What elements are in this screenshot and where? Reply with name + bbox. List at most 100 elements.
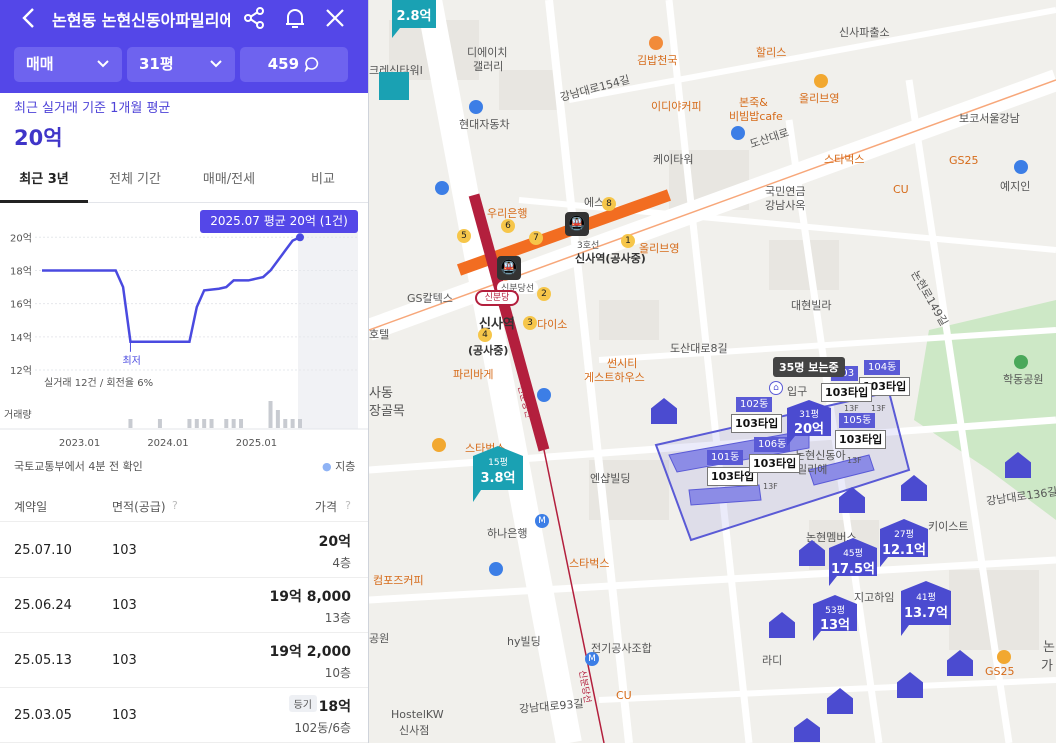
chevron-down-icon xyxy=(210,60,222,68)
map-label: 강남사옥 xyxy=(765,199,806,212)
y-tick-label: 16억 xyxy=(10,299,32,311)
volume-bar xyxy=(209,419,214,428)
row-area: 103 xyxy=(112,708,137,723)
map-label: 파리바게 xyxy=(453,368,494,381)
volume-bar xyxy=(202,419,207,428)
close-button[interactable] xyxy=(321,4,349,32)
size-select[interactable]: 31평 xyxy=(127,47,235,82)
comments-button[interactable]: 459 xyxy=(240,47,348,82)
marker-price: 13억 xyxy=(819,618,851,633)
volume-bar xyxy=(268,401,273,428)
back-button[interactable] xyxy=(14,5,44,31)
price-marker[interactable]: 53평 13억 xyxy=(813,595,857,641)
volume-bar xyxy=(275,410,280,428)
tab-recent-3y[interactable]: 최근 3년 xyxy=(0,163,88,203)
cafe-icon xyxy=(432,438,446,452)
period-tabs: 최근 3년 전체 기간 매매/전세 비교 xyxy=(0,163,368,203)
map-label: 입구 xyxy=(787,385,808,398)
price-marker[interactable]: 41평 13.7억 xyxy=(901,581,951,636)
map-label: CU xyxy=(893,183,909,196)
table-header: 계약일 면적(공급) ? 가격 ? xyxy=(0,490,368,522)
trade-type-select[interactable]: 매매 xyxy=(14,47,122,82)
price-marker[interactable]: 15평 3.8억 xyxy=(473,446,523,502)
tab-sale-jeonse[interactable]: 매매/전세 xyxy=(185,163,273,203)
map-label: 김밥천국 xyxy=(637,54,678,67)
table-row[interactable]: 25.05.13 103 19억 2,000 10층 xyxy=(0,633,368,688)
restaurant-icon xyxy=(649,36,663,50)
row-area: 103 xyxy=(112,653,137,668)
station-badge: 신분당 xyxy=(475,290,519,306)
price-marker[interactable]: 2.8억 xyxy=(392,0,436,38)
min-label: 최저 xyxy=(122,355,140,367)
price-marker-partial[interactable] xyxy=(379,72,409,100)
price-marker[interactable]: 45평 17.5억 xyxy=(829,538,877,586)
chart-caption: 실거래 12건 / 회전율 6% xyxy=(44,377,153,389)
bus-stop-icon[interactable] xyxy=(537,388,551,402)
map-label: 케이타워 xyxy=(653,153,694,166)
map-label: GS25 xyxy=(985,665,1015,678)
metro-m-icon[interactable]: M xyxy=(535,514,549,528)
map-view[interactable]: 신사파출소 크레신타워I 디에이치 갤러리 김밥천국 할리스 강남대로154길 … xyxy=(369,0,1056,743)
x-tick-label: 2023.01 xyxy=(59,438,100,449)
size-value: 31평 xyxy=(139,55,174,73)
map-label: 공원 xyxy=(369,632,390,645)
comment-icon xyxy=(304,57,319,73)
map-label: 갤러리 xyxy=(473,60,504,73)
help-icon[interactable]: ? xyxy=(172,499,178,512)
share-button[interactable] xyxy=(240,4,268,32)
map-label: 올리브영 xyxy=(639,242,680,255)
price-line xyxy=(42,236,301,344)
marker-price: 3.8억 xyxy=(480,471,516,486)
exit-number-icon: 1 xyxy=(621,234,635,248)
row-date: 25.06.24 xyxy=(14,598,72,613)
table-row[interactable]: 25.03.05 103 등기 18억 102동/6층 xyxy=(0,688,368,743)
x-tick-label: 2025.01 xyxy=(236,438,277,449)
tab-all-period[interactable]: 전체 기간 xyxy=(95,163,175,203)
volume-bar xyxy=(194,419,199,428)
row-area: 103 xyxy=(112,543,137,558)
dong-tag-head: 106동 xyxy=(754,437,791,452)
dong-tag-type[interactable]: 103타입 xyxy=(835,430,887,449)
park-icon xyxy=(1014,355,1028,369)
dong-tag-head: 101동 xyxy=(707,450,744,465)
alarm-button[interactable] xyxy=(281,4,309,32)
volume-bar xyxy=(157,419,162,428)
map-label: 보코서울강남 xyxy=(959,112,1020,125)
row-price: 19억 2,000 xyxy=(269,644,351,660)
volume-bar xyxy=(224,419,229,428)
floor-mark: 13F xyxy=(844,404,859,413)
exit-number-icon: 5 xyxy=(457,229,471,243)
x-tick-label: 2024.01 xyxy=(147,438,188,449)
row-date: 25.03.05 xyxy=(14,708,72,723)
hospital-icon xyxy=(1014,160,1028,174)
bus-stop-icon[interactable] xyxy=(731,126,745,140)
chevron-down-icon xyxy=(97,60,109,68)
map-label: 호텔 xyxy=(369,328,390,341)
map-label: 비빔밥cafe xyxy=(729,110,783,123)
price-marker[interactable]: 27평 12.1억 xyxy=(880,519,928,567)
dong-tag-type[interactable]: 103타입 xyxy=(731,414,783,433)
subway-icon[interactable]: 🚇 xyxy=(565,212,589,236)
dong-tag-type[interactable]: 103타입 xyxy=(749,454,801,473)
selected-apartment-marker[interactable]: 31평 20억 xyxy=(787,400,831,446)
apartment-title: 논현동 논현신동아파밀리에 xyxy=(52,11,230,29)
bus-stop-icon[interactable] xyxy=(435,181,449,195)
map-label: 게스트하우스 xyxy=(584,371,645,384)
bus-stop-icon[interactable] xyxy=(469,100,483,114)
map-label: 엔샵빌딩 xyxy=(590,472,631,485)
map-label: 신사파출소 xyxy=(839,26,890,39)
table-row[interactable]: 25.07.10 103 20억 4층 xyxy=(0,523,368,578)
subway-icon[interactable]: 🚇 xyxy=(497,256,521,280)
y-tick-label: 12억 xyxy=(10,365,32,377)
row-floor: 102동/6층 xyxy=(294,721,351,735)
help-icon[interactable]: ? xyxy=(345,499,351,512)
chart-tooltip: 2025.07 평균 20억 (1건) xyxy=(200,210,358,233)
tab-compare[interactable]: 비교 xyxy=(285,163,361,203)
metro-m-icon[interactable]: M xyxy=(585,652,599,666)
table-row[interactable]: 25.06.24 103 19억 8,000 13층 xyxy=(0,578,368,633)
map-label: 대현빌라 xyxy=(791,299,832,312)
price-chart[interactable]: 20억 18억 16억 14억 12억 최저실거래 12건 / 회전율 6% 거래량 2023… xyxy=(0,204,369,454)
map-label: 현대자동차 xyxy=(459,118,510,131)
bus-stop-icon[interactable] xyxy=(489,562,503,576)
exit-number-icon: 4 xyxy=(478,328,492,342)
